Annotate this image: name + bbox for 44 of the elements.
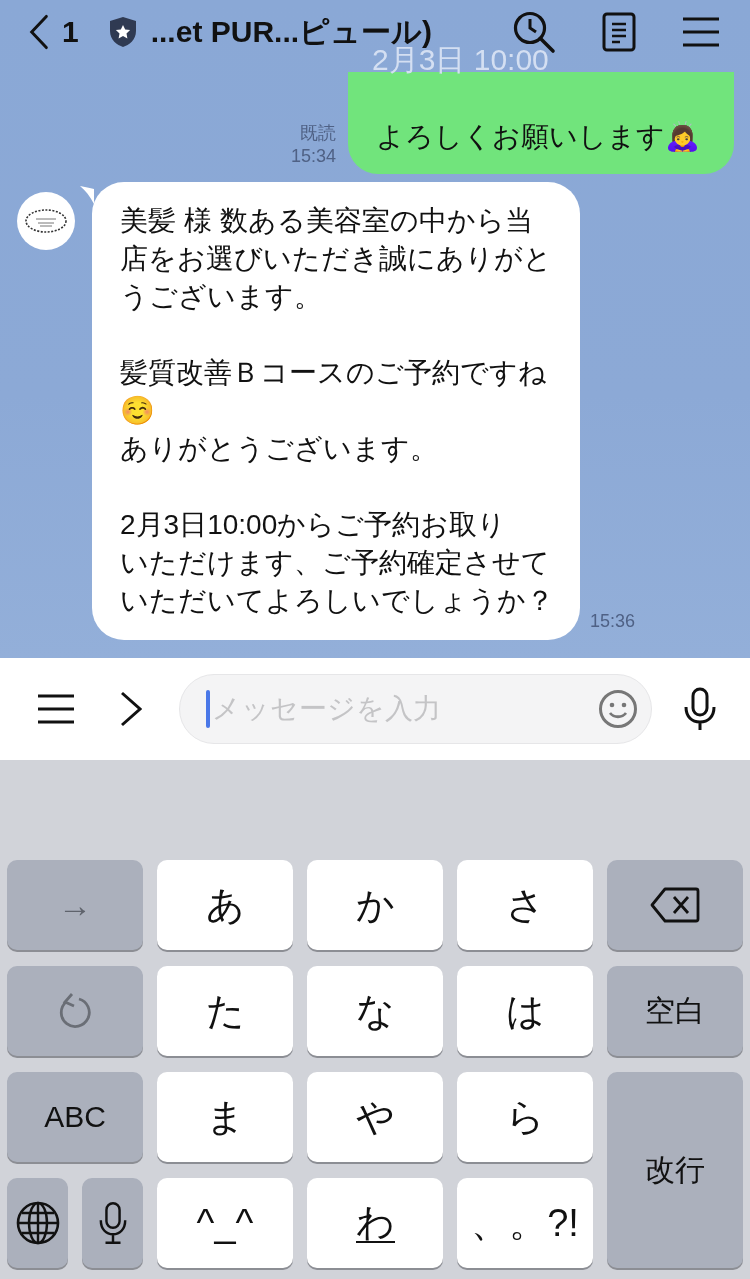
message-text: うございます。 <box>120 280 323 314</box>
microphone-icon <box>97 1200 128 1246</box>
message-text: ☺ <box>120 394 156 428</box>
return-key[interactable]: 改行 <box>607 1072 743 1268</box>
key[interactable]: ら <box>457 1072 593 1162</box>
message-time: 15:36 <box>590 611 636 632</box>
message-text: 髪質改善Ｂコースのご予約ですね <box>120 356 548 390</box>
read-receipt: 既読 <box>300 122 336 145</box>
back-button[interactable]: 1 <box>28 13 79 51</box>
globe-key[interactable] <box>7 1178 68 1268</box>
key[interactable]: ま <box>157 1072 293 1162</box>
menu-icon[interactable] <box>682 17 720 47</box>
key[interactable]: ABC <box>7 1072 143 1162</box>
delete-icon <box>650 887 700 923</box>
key[interactable]: ^_^ <box>157 1178 293 1268</box>
message-text: 2月3日10:00からご予約お取り <box>120 508 508 542</box>
shield-icon <box>108 16 137 48</box>
key[interactable]: は <box>457 966 593 1056</box>
key[interactable]: 、。?! <box>457 1178 593 1268</box>
notes-icon[interactable] <box>602 12 636 52</box>
smiley-icon[interactable] <box>598 689 638 729</box>
key[interactable]: さ <box>457 860 593 950</box>
key[interactable]: や <box>307 1072 443 1162</box>
message-text: 店をお選びいただき誠にありがと <box>120 242 553 276</box>
chevron-right-icon[interactable] <box>120 691 142 727</box>
key[interactable]: あ <box>157 860 293 950</box>
menu-icon[interactable] <box>38 694 74 724</box>
message-text: いただいてよろしいでしょうか？ <box>120 584 554 618</box>
shop-avatar[interactable] <box>17 192 75 250</box>
key[interactable]: た <box>157 966 293 1056</box>
message-text: 美髪 様 数ある美容室の中から当 <box>120 204 534 238</box>
delete-key[interactable] <box>607 860 743 950</box>
message-text: いただけます、ご予約確定させて <box>120 546 551 580</box>
chevron-left-icon <box>28 13 50 51</box>
undo-icon <box>57 992 93 1030</box>
microphone-key[interactable] <box>82 1178 143 1268</box>
key[interactable]: わ <box>307 1178 443 1268</box>
globe-icon <box>15 1201 60 1245</box>
key[interactable]: な <box>307 966 443 1056</box>
message-time: 15:34 <box>290 145 336 168</box>
space-key[interactable]: 空白 <box>607 966 743 1056</box>
key[interactable]: か <box>307 860 443 950</box>
microphone-icon[interactable] <box>682 687 718 731</box>
message-text: ありがとうございます。 <box>120 432 439 466</box>
